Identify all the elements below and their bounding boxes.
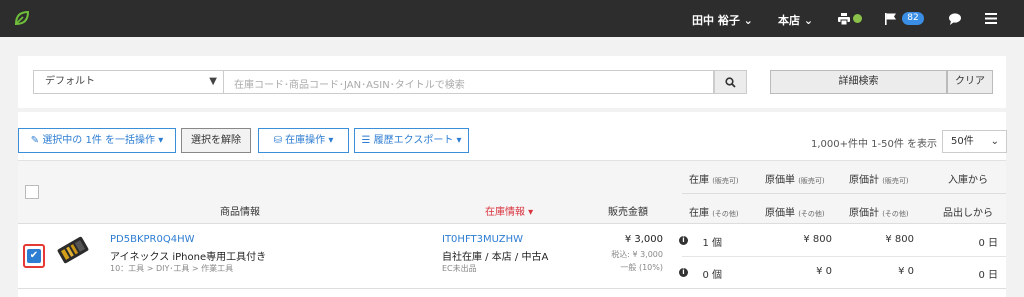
header-since-arrival: 入庫から xyxy=(948,175,988,186)
header-divider xyxy=(682,193,1006,194)
list-icon: ☰ xyxy=(361,135,374,146)
stock-sellable: 1 個 xyxy=(702,238,722,249)
cost-unit-other: ¥ 0 xyxy=(816,266,832,277)
stock-location: 自社在庫 / 本店 / 中古A xyxy=(442,252,549,263)
search-button[interactable] xyxy=(714,70,747,94)
table-row[interactable]: ✔ PD5BKPR0Q4HW アイネックス iPhone専用工具付き 10：工具… xyxy=(18,224,1006,289)
select-all-checkbox[interactable] xyxy=(25,185,39,199)
table-header: 商品情報 在庫情報 ▾ 販売金額 在庫 (販売可) 原価単 (販売可) 原価計 … xyxy=(18,160,1006,224)
header-sale-price: 販売金額 xyxy=(608,207,648,218)
stock-code-link[interactable]: IT0HFT3MUZHW xyxy=(442,234,523,245)
history-export-label: 履歴エクスポート xyxy=(373,135,454,146)
header-stock-sellable: 在庫 (販売可) xyxy=(689,171,739,186)
product-thumbnail[interactable] xyxy=(56,233,90,267)
hamburger-menu-icon[interactable] xyxy=(985,13,997,24)
user-menu[interactable]: 田中 裕子 ⌄ xyxy=(692,12,753,28)
header-stock-info-label: 在庫情報 xyxy=(485,207,525,218)
store-selector[interactable]: 本店 ⌄ xyxy=(778,12,813,28)
bulk-action-button[interactable]: ✎ 選択中の 1件 を一括操作 ▾ xyxy=(18,128,176,153)
header-cost-unit-other-label: 原価単 xyxy=(765,208,795,219)
sale-price: ¥ 3,000 xyxy=(624,234,663,245)
header-cost-unit-sellable-sub: (販売可) xyxy=(798,177,825,185)
caret-down-icon: ▾ xyxy=(155,135,164,146)
deselect-button[interactable]: 選択を解除 xyxy=(181,128,251,153)
header-cost-unit-sellable: 原価単 (販売可) xyxy=(765,171,825,186)
product-code-link[interactable]: PD5BKPR0Q4HW xyxy=(110,234,195,245)
flag-icon xyxy=(885,13,896,25)
header-cost-total-sellable-sub: (販売可) xyxy=(882,177,909,185)
advanced-search-button[interactable]: 詳細検索 xyxy=(770,70,947,94)
days-since-shipment: 0 日 xyxy=(978,270,998,281)
tax-class: 一般 (10%) xyxy=(620,263,663,272)
history-export-button[interactable]: ☰ 履歴エクスポート ▾ xyxy=(354,128,469,153)
caret-down-icon: ▾ xyxy=(453,135,462,146)
search-icon xyxy=(725,77,736,88)
header-cost-unit-sellable-label: 原価単 xyxy=(765,175,795,186)
search-placeholder: 在庫コード･商品コード･JAN･ASIN･タイトルで検索 xyxy=(234,80,465,91)
printer-status[interactable] xyxy=(838,12,864,26)
header-stock-info[interactable]: 在庫情報 ▾ xyxy=(485,203,533,218)
chevron-down-icon: ▼ xyxy=(209,76,217,87)
per-page-value: 50件 xyxy=(951,136,974,147)
notifications[interactable]: 82 xyxy=(884,11,926,27)
header-stock-other-sub: (その他) xyxy=(712,210,739,218)
stock-operations-button[interactable]: ⛁ 在庫操作 ▾ xyxy=(258,128,349,153)
header-stock-sellable-label: 在庫 xyxy=(689,175,709,186)
cost-total-other: ¥ 0 xyxy=(898,266,914,277)
header-product-info: 商品情報 xyxy=(220,207,260,218)
info-icon[interactable]: i xyxy=(679,236,688,245)
per-page-select[interactable]: 50件 ⌄ xyxy=(942,130,1007,153)
edit-icon: ✎ xyxy=(30,135,43,146)
row-checkbox-highlight: ✔ xyxy=(23,244,45,268)
caret-down-icon: ▾ xyxy=(325,135,334,146)
sort-desc-icon: ▾ xyxy=(525,207,534,218)
clear-button[interactable]: クリア xyxy=(947,70,993,94)
cost-unit-sellable: ¥ 800 xyxy=(803,234,832,245)
cubes-icon: ⛁ xyxy=(273,135,286,146)
header-stock-sellable-sub: (販売可) xyxy=(712,177,739,185)
search-preset-value: デフォルト xyxy=(45,76,95,87)
printer-status-dot xyxy=(853,14,862,23)
header-cost-total-sellable-label: 原価計 xyxy=(849,175,879,186)
sales-channel: EC未出品 xyxy=(442,264,477,273)
header-stock-other: 在庫 (その他) xyxy=(689,204,739,219)
inventory-list-panel: ✎ 選択中の 1件 を一括操作 ▾ 選択を解除 ⛁ 在庫操作 ▾ ☰ 履歴エクス… xyxy=(18,112,1007,297)
bulk-action-label: 選択中の 1件 を一括操作 xyxy=(42,135,156,146)
chevron-down-icon: ⌄ xyxy=(990,136,999,147)
top-navbar: 田中 裕子 ⌄ 本店 ⌄ 82 xyxy=(0,0,1024,37)
stock-other: 0 個 xyxy=(702,270,722,281)
header-until-shipment: 品出しから xyxy=(943,208,993,219)
search-input[interactable]: 在庫コード･商品コード･JAN･ASIN･タイトルで検索 xyxy=(223,70,714,94)
chat-icon[interactable] xyxy=(948,12,962,26)
days-since-arrival: 0 日 xyxy=(978,238,998,249)
header-cost-unit-other: 原価単 (その他) xyxy=(765,204,825,219)
search-panel: デフォルト ▼ 在庫コード･商品コード･JAN･ASIN･タイトルで検索 詳細検… xyxy=(18,56,1006,108)
leaf-logo-icon[interactable] xyxy=(13,9,31,27)
stock-operations-label: 在庫操作 xyxy=(285,135,326,146)
header-cost-total-sellable: 原価計 (販売可) xyxy=(849,171,909,186)
header-cost-unit-other-sub: (その他) xyxy=(798,210,825,218)
product-category: 10：工具 > DIY･工具 > 作業工具 xyxy=(110,264,234,273)
header-cost-total-other-label: 原価計 xyxy=(849,208,879,219)
header-cost-total-other-sub: (その他) xyxy=(882,210,909,218)
cost-total-sellable: ¥ 800 xyxy=(885,234,914,245)
tax-included-price: 税込: ¥ 3,000 xyxy=(611,250,663,259)
product-title: アイネックス iPhone専用工具付き xyxy=(110,252,267,263)
search-preset-select[interactable]: デフォルト ▼ xyxy=(33,70,223,94)
notification-count-badge: 82 xyxy=(902,12,924,25)
printer-icon xyxy=(838,13,850,25)
header-stock-other-label: 在庫 xyxy=(689,208,709,219)
info-icon[interactable]: i xyxy=(679,268,688,277)
row-checkbox[interactable]: ✔ xyxy=(27,249,41,263)
pagination-summary: 1,000+件中 1-50件 を表示 xyxy=(811,139,938,150)
row-divider xyxy=(682,256,1006,257)
header-cost-total-other: 原価計 (その他) xyxy=(849,204,909,219)
